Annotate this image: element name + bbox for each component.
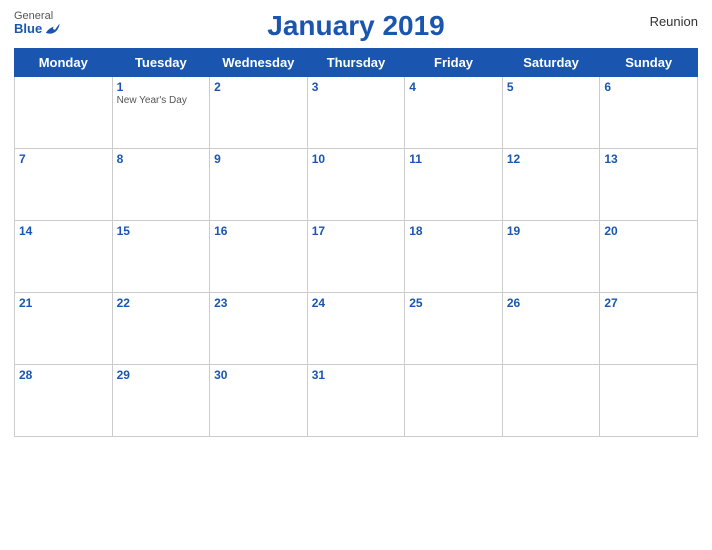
calendar-container: General Blue January 2019 Reunion Monday…: [0, 0, 712, 550]
calendar-day-cell: 21: [15, 293, 113, 365]
calendar-day-cell: 6: [600, 77, 698, 149]
calendar-day-cell: [502, 365, 600, 437]
calendar-day-cell: 31: [307, 365, 405, 437]
calendar-day-cell: 23: [210, 293, 308, 365]
calendar-day-cell: 16: [210, 221, 308, 293]
day-number: 17: [312, 224, 401, 238]
calendar-day-cell: 28: [15, 365, 113, 437]
calendar-day-cell: 29: [112, 365, 210, 437]
calendar-day-cell: 10: [307, 149, 405, 221]
day-number: 3: [312, 80, 401, 94]
calendar-week-row: 28 29 30 31: [15, 365, 698, 437]
day-number: 11: [409, 152, 498, 166]
calendar-day-cell: 18: [405, 221, 503, 293]
month-title: January 2019: [267, 10, 444, 42]
calendar-header: General Blue January 2019 Reunion: [14, 10, 698, 42]
day-number: 27: [604, 296, 693, 310]
day-number: 19: [507, 224, 596, 238]
day-number: 24: [312, 296, 401, 310]
weekday-header: Sunday: [600, 49, 698, 77]
calendar-day-cell: 22: [112, 293, 210, 365]
weekday-header: Wednesday: [210, 49, 308, 77]
calendar-day-cell: 15: [112, 221, 210, 293]
day-number: 18: [409, 224, 498, 238]
day-number: 29: [117, 368, 206, 382]
weekday-header-row: MondayTuesdayWednesdayThursdayFridaySatu…: [15, 49, 698, 77]
day-number: 12: [507, 152, 596, 166]
calendar-week-row: 14 15 16 17 18 19 20: [15, 221, 698, 293]
calendar-day-cell: 11: [405, 149, 503, 221]
calendar-day-cell: 30: [210, 365, 308, 437]
day-number: 16: [214, 224, 303, 238]
calendar-day-cell: 5: [502, 77, 600, 149]
region-label: Reunion: [650, 14, 698, 29]
day-number: 28: [19, 368, 108, 382]
calendar-day-cell: 26: [502, 293, 600, 365]
calendar-day-cell: 19: [502, 221, 600, 293]
day-number: 20: [604, 224, 693, 238]
calendar-week-row: 789 10 11 12 13: [15, 149, 698, 221]
day-number: 7: [19, 152, 108, 166]
day-number: 6: [604, 80, 693, 94]
calendar-day-cell: [405, 365, 503, 437]
day-number: 26: [507, 296, 596, 310]
calendar-day-cell: 13: [600, 149, 698, 221]
weekday-header: Saturday: [502, 49, 600, 77]
calendar-day-cell: 9: [210, 149, 308, 221]
calendar-day-cell: 2: [210, 77, 308, 149]
calendar-day-cell: 12: [502, 149, 600, 221]
day-number: 15: [117, 224, 206, 238]
calendar-day-cell: [15, 77, 113, 149]
calendar-day-cell: 14: [15, 221, 113, 293]
day-number: 13: [604, 152, 693, 166]
calendar-day-cell: 7: [15, 149, 113, 221]
day-number: 25: [409, 296, 498, 310]
calendar-day-cell: 4: [405, 77, 503, 149]
calendar-day-cell: 17: [307, 221, 405, 293]
weekday-header: Tuesday: [112, 49, 210, 77]
calendar-day-cell: 1New Year's Day: [112, 77, 210, 149]
day-number: 21: [19, 296, 108, 310]
day-number: 30: [214, 368, 303, 382]
calendar-body: 1New Year's Day2345678910111213141516171…: [15, 77, 698, 437]
day-number: 9: [214, 152, 303, 166]
day-number: 8: [117, 152, 206, 166]
calendar-table: MondayTuesdayWednesdayThursdayFridaySatu…: [14, 48, 698, 437]
calendar-day-cell: 27: [600, 293, 698, 365]
calendar-week-row: 1New Year's Day 23456: [15, 77, 698, 149]
weekday-header: Monday: [15, 49, 113, 77]
calendar-day-cell: 24: [307, 293, 405, 365]
day-number: 2: [214, 80, 303, 94]
calendar-day-cell: 20: [600, 221, 698, 293]
day-number: 14: [19, 224, 108, 238]
calendar-day-cell: 25: [405, 293, 503, 365]
day-number: 5: [507, 80, 596, 94]
weekday-header: Friday: [405, 49, 503, 77]
calendar-day-cell: [600, 365, 698, 437]
day-number: 31: [312, 368, 401, 382]
day-number: 23: [214, 296, 303, 310]
logo-bird-icon: [44, 22, 60, 36]
weekday-header: Thursday: [307, 49, 405, 77]
calendar-week-row: 21 22 23 24 25 26 27: [15, 293, 698, 365]
logo-blue-text: Blue: [14, 22, 60, 36]
day-number: 4: [409, 80, 498, 94]
calendar-day-cell: 8: [112, 149, 210, 221]
logo: General Blue: [14, 10, 60, 36]
day-number: 10: [312, 152, 401, 166]
day-number: 22: [117, 296, 206, 310]
holiday-label: New Year's Day: [117, 95, 206, 106]
day-number: 1: [117, 80, 206, 94]
calendar-day-cell: 3: [307, 77, 405, 149]
